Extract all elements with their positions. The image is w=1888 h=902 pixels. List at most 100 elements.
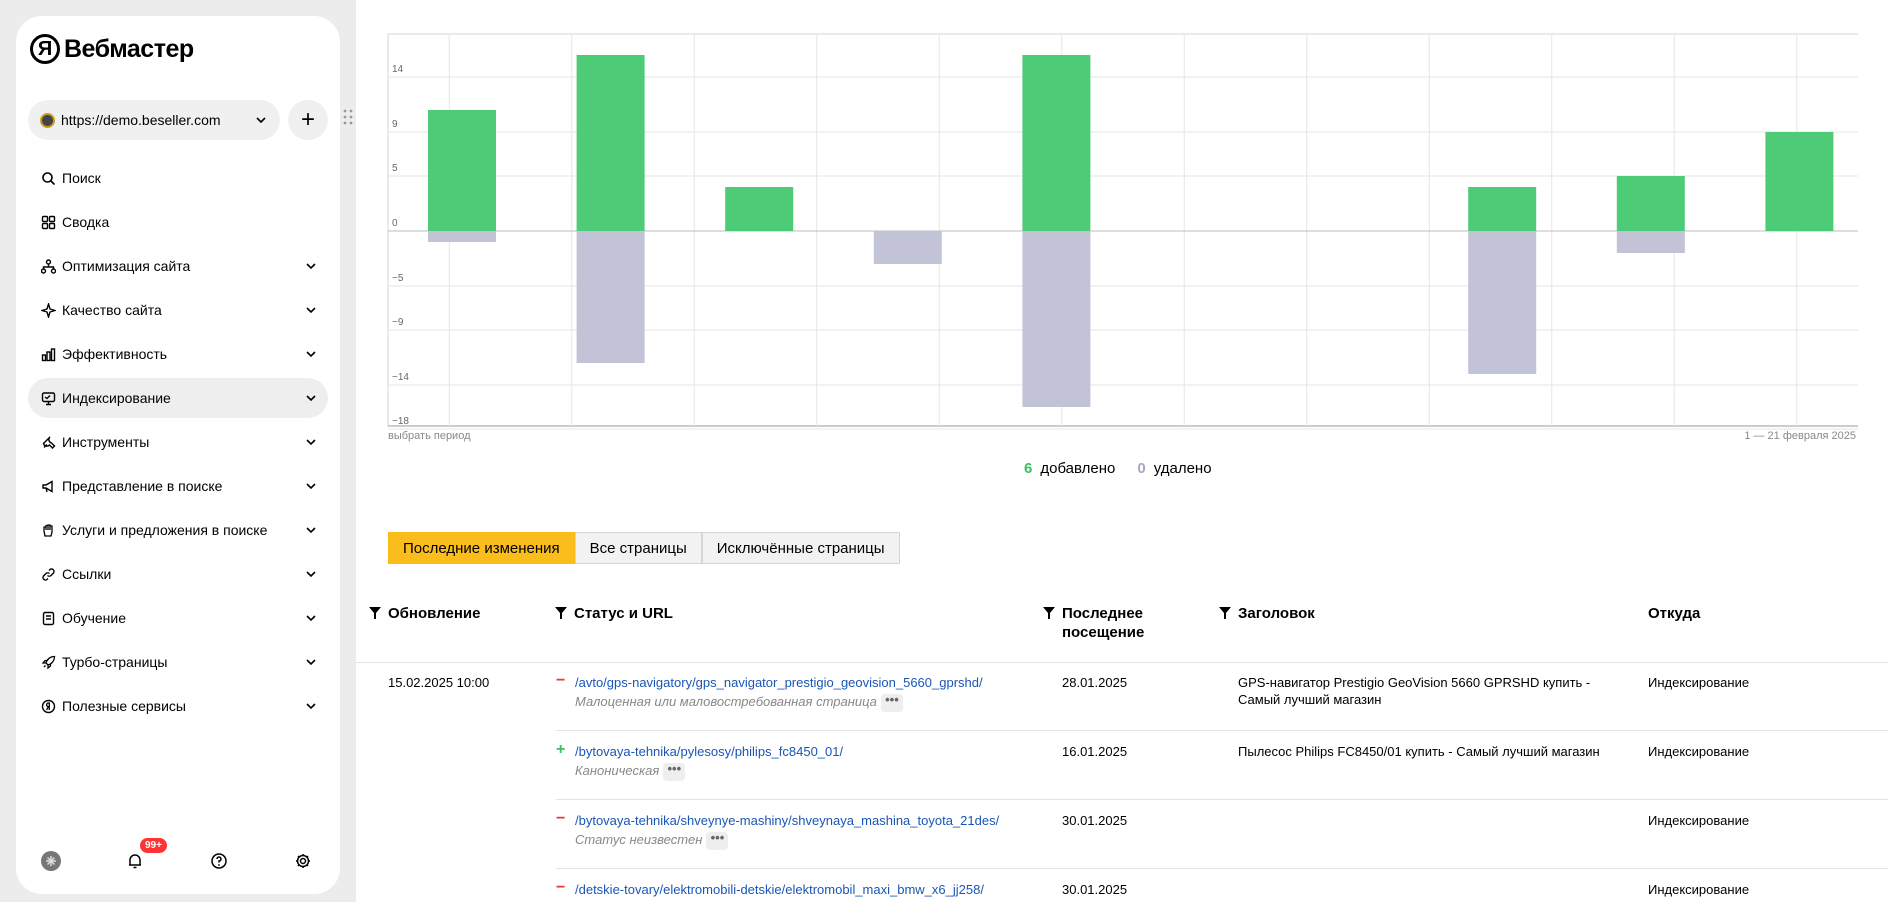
sidebar-nav: Поиск Сводка Оптимизация сайта Качество сай… <box>28 158 328 730</box>
row-last-visit: 30.01.2025 <box>1062 882 1128 897</box>
settings-gear-icon[interactable] <box>292 850 314 872</box>
page-status: Малоценная или маловостребованная страни… <box>575 693 983 712</box>
sidebar-item-8[interactable]: Услуги и предложения в поиске <box>28 510 328 550</box>
bar-added <box>1468 187 1537 231</box>
sidebar-item-4[interactable]: Эффективность <box>28 334 328 374</box>
main-content: 14 9 5 0 −5 −9 −14 −18 выбрать период 1 — 21 фе… <box>356 0 1888 902</box>
sidebar-item-7[interactable]: Представление в поиске <box>28 466 328 506</box>
filter-icon[interactable] <box>1042 606 1056 620</box>
sidebar-item-5[interactable]: Индексирование <box>28 378 328 418</box>
row-source: Индексирование <box>1648 675 1750 690</box>
sidebar-item-label: Турбо-страницы <box>62 654 168 670</box>
filter-icon[interactable] <box>368 606 382 620</box>
user-avatar-icon[interactable] <box>40 850 62 872</box>
bar-added <box>1022 55 1091 231</box>
more-options-button[interactable]: ••• <box>880 693 903 712</box>
bar-removed <box>576 231 645 363</box>
monitor-icon <box>40 390 56 406</box>
column-header-title[interactable]: Заголовок <box>1218 604 1315 623</box>
chevron-down-icon <box>304 347 318 361</box>
filter-icon[interactable] <box>1218 606 1232 620</box>
tab-all-pages[interactable]: Все страницы <box>574 532 702 564</box>
bar-added <box>1616 176 1685 231</box>
link-icon <box>40 566 56 582</box>
sidebar-item-2[interactable]: Оптимизация сайта <box>28 246 328 286</box>
bar-removed <box>1468 231 1537 374</box>
row-status-url: /detskie-tovary/elektromobili-detskie/el… <box>575 881 984 898</box>
row-last-visit: 28.01.2025 <box>1062 675 1128 690</box>
select-period-link[interactable]: выбрать период <box>388 430 471 442</box>
filter-icon[interactable] <box>554 606 568 620</box>
chevron-down-icon <box>304 523 318 537</box>
row-status-url: /bytovaya-tehnika/shveynye-mashiny/shvey… <box>575 812 999 850</box>
sidebar-item-label: Инструменты <box>62 434 150 450</box>
sidebar-item-label: Оптимизация сайта <box>62 258 191 274</box>
y-tick-label: −14 <box>392 372 409 383</box>
column-header-last-visit[interactable]: Последнее посещение <box>1042 604 1144 642</box>
sidebar-item-label: Индексирование <box>62 390 171 406</box>
sidebar-item-label: Обучение <box>62 610 127 626</box>
sidebar-item-1[interactable]: Сводка <box>28 202 328 242</box>
book-icon <box>40 610 56 626</box>
bar-removed <box>1616 231 1685 253</box>
chart-legend: 6 добавлено 0 удалено <box>1024 460 1212 477</box>
legend-removed: 0 удалено <box>1137 460 1211 477</box>
drag-handle-icon[interactable] <box>343 108 353 132</box>
sidebar-item-9[interactable]: Ссылки <box>28 554 328 594</box>
row-source: Индексирование <box>1648 813 1750 828</box>
page-url-link[interactable]: /detskie-tovary/elektromobili-detskie/el… <box>575 881 984 898</box>
chevron-down-icon <box>304 435 318 449</box>
bar-added <box>725 187 794 231</box>
status-sign-icon: − <box>556 672 566 689</box>
chevron-down-icon <box>304 567 318 581</box>
bar-added <box>428 110 496 231</box>
sidebar-item-10[interactable]: Обучение <box>28 598 328 638</box>
column-header-updated[interactable]: Обновление <box>368 604 480 623</box>
page-url-link[interactable]: /avto/gps-navigatory/gps_navigator_prest… <box>575 674 983 691</box>
bar-removed <box>1022 231 1091 407</box>
sidebar-item-0[interactable]: Поиск <box>28 158 328 198</box>
sidebar-item-12[interactable]: Полезные сервисы <box>28 686 328 726</box>
sidebar-item-label: Поиск <box>62 170 101 186</box>
table-row: 15.02.2025 10:00 −/avto/gps-navigatory/gp… <box>356 662 1888 731</box>
bell-icon[interactable] <box>124 850 146 872</box>
chart-svg: 14 9 5 0 −5 −9 −14 −18 <box>387 33 1858 430</box>
site-url: https://demo.beseller.com <box>61 112 221 128</box>
sidebar-item-3[interactable]: Качество сайта <box>28 290 328 330</box>
page-url-link[interactable]: /bytovaya-tehnika/pylesosy/philips_fc845… <box>575 743 843 760</box>
row-source: Индексирование <box>1648 744 1750 759</box>
help-icon[interactable] <box>208 850 230 872</box>
status-sign-icon: − <box>556 810 566 827</box>
tab-excluded-pages[interactable]: Исключённые страницы <box>701 532 900 564</box>
app-logo[interactable]: Я Вебмастер <box>30 34 194 64</box>
row-source: Индексирование <box>1648 882 1750 897</box>
app-title: Вебмастер <box>64 34 194 63</box>
add-site-button[interactable]: + <box>288 100 328 140</box>
row-title: GPS-навигатор Prestigio GeoVision 5660 G… <box>1238 675 1591 707</box>
chevron-down-icon <box>304 391 318 405</box>
structure-icon <box>40 258 56 274</box>
more-options-button[interactable]: ••• <box>663 762 686 781</box>
site-selector[interactable]: https://demo.beseller.com <box>28 100 280 140</box>
page-url-link[interactable]: /bytovaya-tehnika/shveynye-mashiny/shvey… <box>575 812 999 829</box>
hand-icon <box>40 522 56 538</box>
row-title: Пылесос Philips FC8450/01 купить - Самый… <box>1238 744 1600 759</box>
more-options-button[interactable]: ••• <box>706 831 729 850</box>
y-tick-label: 9 <box>392 119 398 130</box>
sidebar-item-11[interactable]: Турбо-страницы <box>28 642 328 682</box>
chart-period-label: 1 — 21 февраля 2025 <box>1744 430 1856 442</box>
status-sign-icon: − <box>556 879 566 896</box>
grid-icon <box>40 214 56 230</box>
sidebar-item-label: Представление в поиске <box>62 478 223 494</box>
chevron-down-icon <box>254 113 268 127</box>
sidebar-item-label: Качество сайта <box>62 302 162 318</box>
y-tick-label: −9 <box>392 317 404 328</box>
row-last-visit: 30.01.2025 <box>1062 813 1128 828</box>
sidebar-item-6[interactable]: Инструменты <box>28 422 328 462</box>
column-header-status-url[interactable]: Статус и URL <box>554 604 673 623</box>
sidebar: Я Вебмастер https://demo.beseller.com + … <box>16 16 353 894</box>
table-row: −/bytovaya-tehnika/shveynye-mashiny/shve… <box>356 800 1888 869</box>
yandex-icon <box>40 698 56 714</box>
tab-recent-changes[interactable]: Последние изменения <box>388 532 575 564</box>
table-row: −/detskie-tovary/elektromobili-detskie/e… <box>356 869 1888 902</box>
